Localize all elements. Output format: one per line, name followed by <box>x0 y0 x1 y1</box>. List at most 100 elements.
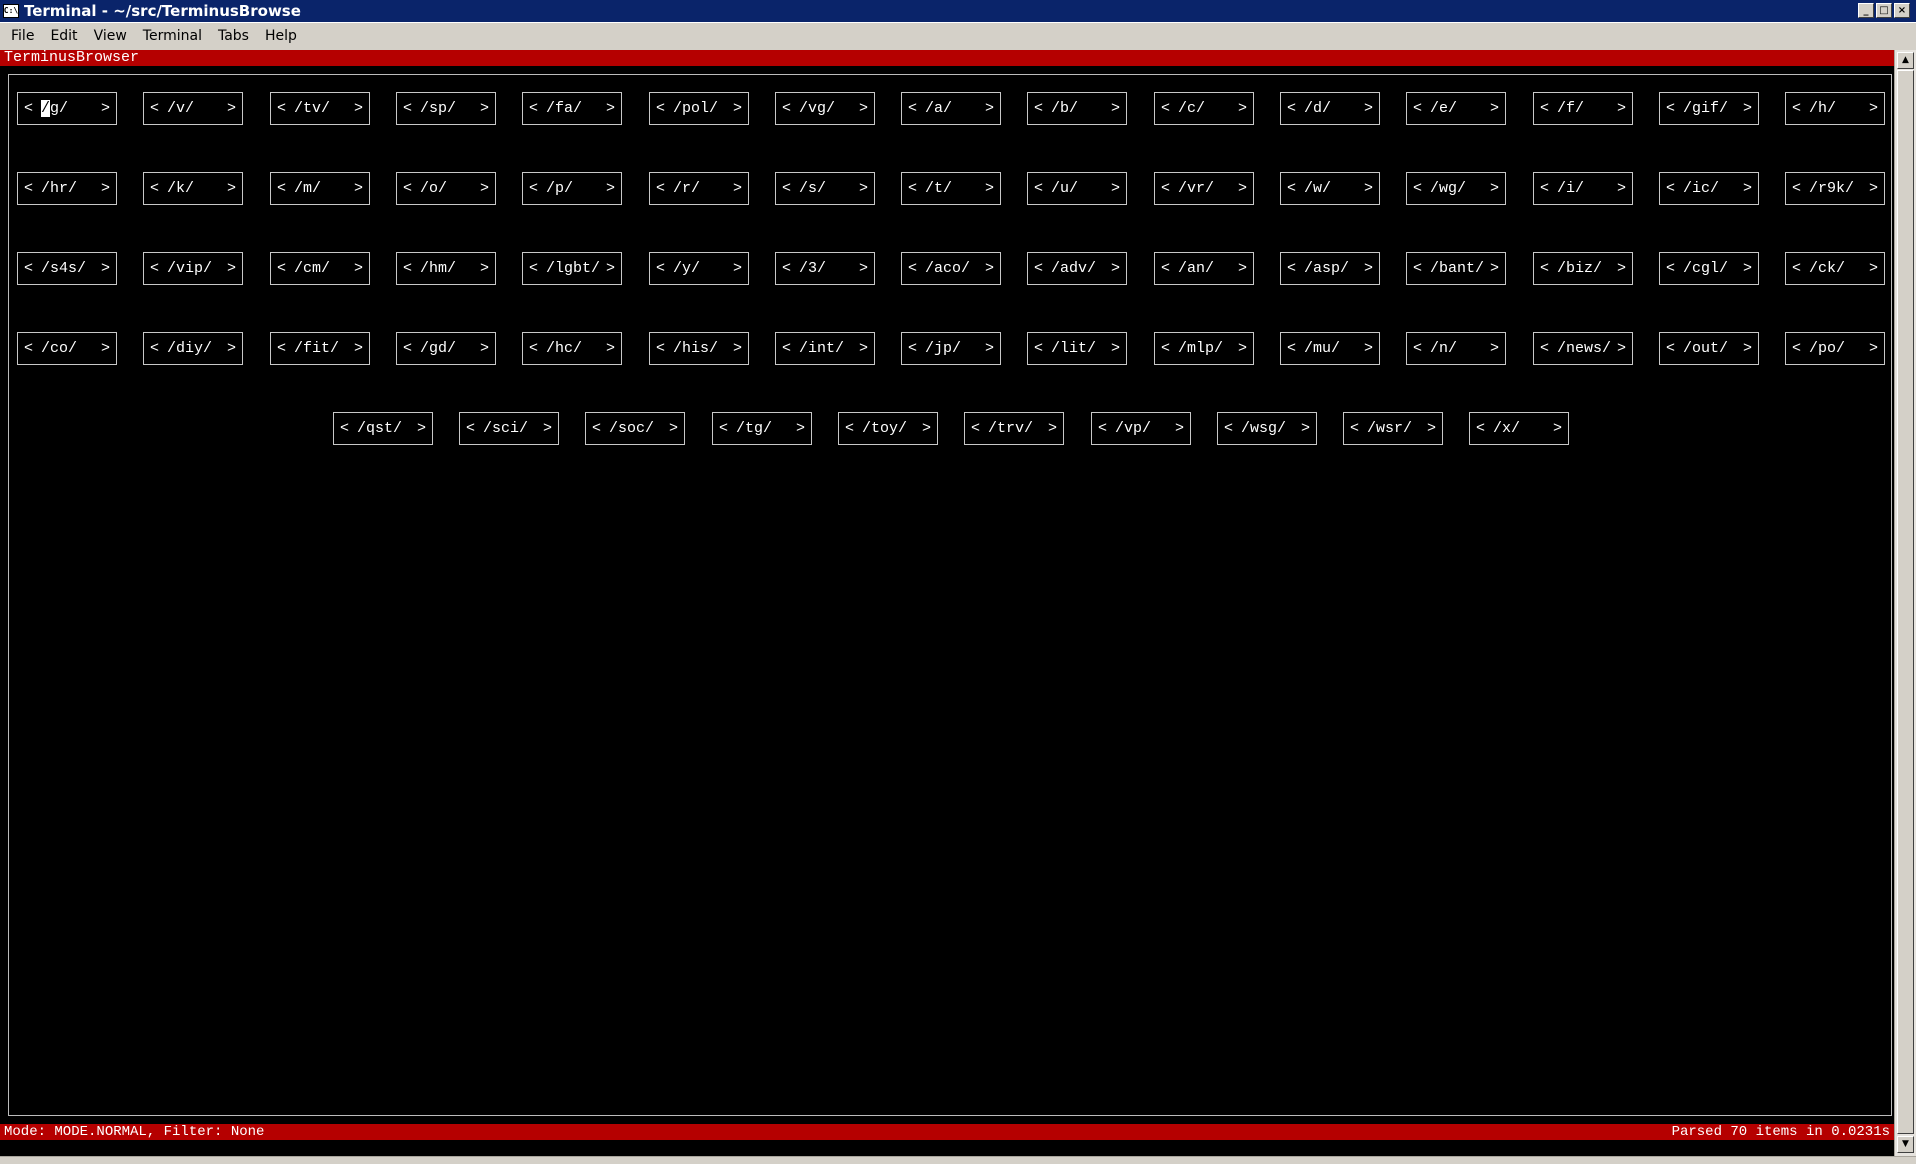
board-button[interactable]: < /ck/ > <box>1785 252 1885 285</box>
board-button[interactable]: < /x/ > <box>1469 412 1569 445</box>
menu-view[interactable]: View <box>86 26 135 46</box>
menu-tabs[interactable]: Tabs <box>210 26 257 46</box>
board-button[interactable]: < /sci/ > <box>459 412 559 445</box>
board-button[interactable]: < /cm/ > <box>270 252 370 285</box>
open-bracket: < <box>403 260 413 277</box>
board-button[interactable]: < /adv/ > <box>1027 252 1127 285</box>
board-button[interactable]: < /trv/ > <box>964 412 1064 445</box>
board-button[interactable]: < /lgbt/> <box>522 252 622 285</box>
board-button[interactable]: < /vp/ > <box>1091 412 1191 445</box>
board-button[interactable]: < /co/ > <box>17 332 117 365</box>
board-button[interactable]: < /wsg/ > <box>1217 412 1317 445</box>
board-button[interactable]: < /wg/ > <box>1406 172 1506 205</box>
board-button[interactable]: < /int/ > <box>775 332 875 365</box>
board-button[interactable]: < /v/ > <box>143 92 243 125</box>
scroll-thumb[interactable] <box>1897 70 1914 1134</box>
board-button[interactable]: < /y/ > <box>649 252 749 285</box>
board-button[interactable]: < /news/> <box>1533 332 1633 365</box>
menu-file[interactable]: File <box>3 26 42 46</box>
minimize-button[interactable]: _ <box>1858 3 1874 18</box>
terminal-window: C:\ Terminal - ~/src/TerminusBrowse _ □ … <box>0 0 1916 1164</box>
open-bracket: < <box>277 180 287 197</box>
board-button[interactable]: < /wsr/ > <box>1343 412 1443 445</box>
close-bracket: > <box>353 100 363 117</box>
board-button[interactable]: < /r9k/ > <box>1785 172 1885 205</box>
board-button[interactable]: < /an/ > <box>1154 252 1254 285</box>
board-button[interactable]: < /bant/> <box>1406 252 1506 285</box>
board-button[interactable]: < /tg/ > <box>712 412 812 445</box>
close-bracket: > <box>226 180 236 197</box>
board-button[interactable]: < /o/ > <box>396 172 496 205</box>
board-button[interactable]: < /w/ > <box>1280 172 1380 205</box>
open-bracket: < <box>1161 260 1171 277</box>
close-bracket: > <box>1552 420 1562 437</box>
board-button[interactable]: < /c/ > <box>1154 92 1254 125</box>
board-button[interactable]: < /out/ > <box>1659 332 1759 365</box>
board-button[interactable]: < /i/ > <box>1533 172 1633 205</box>
board-button[interactable]: < /vip/ > <box>143 252 243 285</box>
maximize-button[interactable]: □ <box>1876 3 1892 18</box>
board-button[interactable]: < /d/ > <box>1280 92 1380 125</box>
open-bracket: < <box>1666 340 1676 357</box>
menu-terminal[interactable]: Terminal <box>135 26 210 46</box>
close-button[interactable]: × <box>1894 3 1910 18</box>
board-button[interactable]: < /his/ > <box>649 332 749 365</box>
board-button[interactable]: < /r/ > <box>649 172 749 205</box>
title-bar[interactable]: C:\ Terminal - ~/src/TerminusBrowse _ □ … <box>0 0 1916 23</box>
menu-help[interactable]: Help <box>257 26 305 46</box>
board-button[interactable]: < /jp/ > <box>901 332 1001 365</box>
board-button[interactable]: < /vr/ > <box>1154 172 1254 205</box>
board-button[interactable]: < /ic/ > <box>1659 172 1759 205</box>
board-button[interactable]: < /hm/ > <box>396 252 496 285</box>
board-button[interactable]: < /sp/ > <box>396 92 496 125</box>
board-button[interactable]: < /biz/ > <box>1533 252 1633 285</box>
board-button[interactable]: < /s4s/ > <box>17 252 117 285</box>
vertical-scrollbar[interactable]: ▲ ▼ <box>1894 50 1916 1156</box>
board-button-selected[interactable]: < /g/ > <box>17 92 117 125</box>
board-label: /toy/ <box>862 420 908 437</box>
close-bracket: > <box>1363 340 1373 357</box>
board-button[interactable]: < /n/ > <box>1406 332 1506 365</box>
board-label: /d/ <box>1304 100 1332 117</box>
board-button[interactable]: < /h/ > <box>1785 92 1885 125</box>
board-button[interactable]: < /mlp/ > <box>1154 332 1254 365</box>
board-button[interactable]: < /gif/ > <box>1659 92 1759 125</box>
board-button[interactable]: < /b/ > <box>1027 92 1127 125</box>
board-button[interactable]: < /pol/ > <box>649 92 749 125</box>
close-bracket: > <box>226 340 236 357</box>
board-button[interactable]: < /p/ > <box>522 172 622 205</box>
menu-edit[interactable]: Edit <box>42 26 85 46</box>
board-button[interactable]: < /u/ > <box>1027 172 1127 205</box>
board-button[interactable]: < /cgl/ > <box>1659 252 1759 285</box>
board-button[interactable]: < /s/ > <box>775 172 875 205</box>
board-button[interactable]: < /vg/ > <box>775 92 875 125</box>
board-button[interactable]: < /lit/ > <box>1027 332 1127 365</box>
board-button[interactable]: < /mu/ > <box>1280 332 1380 365</box>
board-button[interactable]: < /tv/ > <box>270 92 370 125</box>
board-button[interactable]: < /po/ > <box>1785 332 1885 365</box>
board-button[interactable]: < /aco/ > <box>901 252 1001 285</box>
scroll-up-arrow-icon[interactable]: ▲ <box>1897 52 1914 69</box>
terminal-area[interactable]: TerminusBrowser < /g/ > < /v/ > < /tv/ > < /sp/ > < /… <box>0 50 1894 1156</box>
board-button[interactable]: < /asp/ > <box>1280 252 1380 285</box>
board-button[interactable]: < /toy/ > <box>838 412 938 445</box>
board-button[interactable]: < /e/ > <box>1406 92 1506 125</box>
board-button[interactable]: < /m/ > <box>270 172 370 205</box>
board-button[interactable]: < /qst/ > <box>333 412 433 445</box>
board-button[interactable]: < /fit/ > <box>270 332 370 365</box>
board-button[interactable]: < /3/ > <box>775 252 875 285</box>
board-button[interactable]: < /k/ > <box>143 172 243 205</box>
open-bracket: < <box>1540 340 1550 357</box>
board-button[interactable]: < /diy/ > <box>143 332 243 365</box>
close-bracket: > <box>1300 420 1310 437</box>
board-button[interactable]: < /a/ > <box>901 92 1001 125</box>
board-button[interactable]: < /f/ > <box>1533 92 1633 125</box>
scroll-down-arrow-icon[interactable]: ▼ <box>1897 1136 1914 1153</box>
terminal-app-icon[interactable]: C:\ <box>3 4 19 18</box>
board-button[interactable]: < /t/ > <box>901 172 1001 205</box>
board-button[interactable]: < /fa/ > <box>522 92 622 125</box>
board-button[interactable]: < /gd/ > <box>396 332 496 365</box>
board-button[interactable]: < /hr/ > <box>17 172 117 205</box>
board-button[interactable]: < /soc/ > <box>585 412 685 445</box>
board-button[interactable]: < /hc/ > <box>522 332 622 365</box>
